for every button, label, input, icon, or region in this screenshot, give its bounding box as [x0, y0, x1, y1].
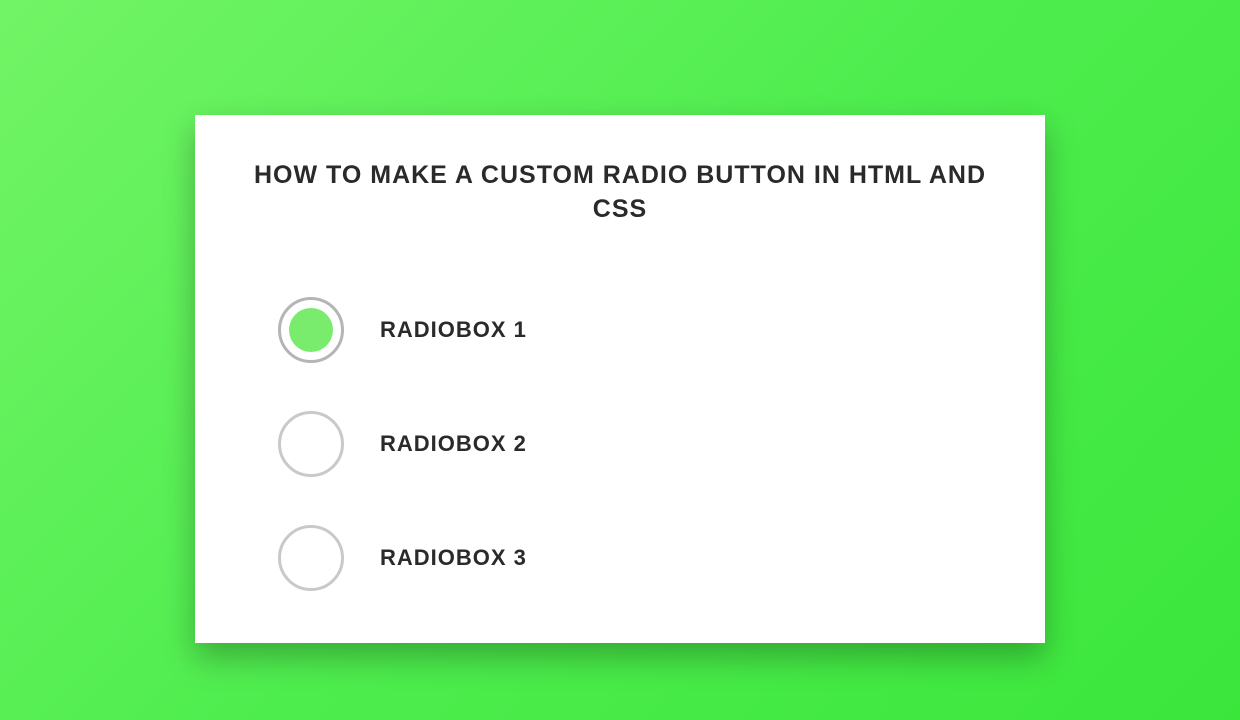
card: How to make a custom radio button in htm…: [195, 115, 1045, 643]
radio-label: Radiobox 1: [380, 317, 527, 343]
radio-indicator-icon: [278, 525, 344, 591]
radio-label: Radiobox 2: [380, 431, 527, 457]
radio-option-1[interactable]: Radiobox 1: [278, 297, 997, 363]
card-title: How to make a custom radio button in htm…: [243, 159, 997, 227]
radio-option-2[interactable]: Radiobox 2: [278, 411, 997, 477]
radio-group: Radiobox 1 Radiobox 2 Radiobox 3: [243, 297, 997, 595]
radio-option-3[interactable]: Radiobox 3: [278, 525, 997, 591]
radio-label: Radiobox 3: [380, 545, 527, 571]
radio-indicator-icon: [278, 297, 344, 363]
radio-indicator-icon: [278, 411, 344, 477]
